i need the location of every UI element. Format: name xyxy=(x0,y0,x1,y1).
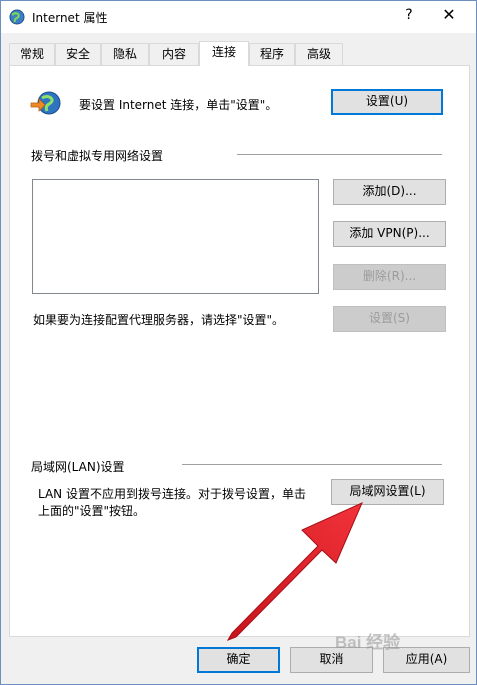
lan-settings-button[interactable]: 局域网设置(L) xyxy=(331,479,444,505)
baidu-watermark: Bai 经验 xyxy=(335,633,401,652)
remove-button: 删除(R)... xyxy=(333,264,446,290)
dialup-settings-button: 设置(S) xyxy=(333,306,446,332)
help-button[interactable]: ? xyxy=(399,7,419,23)
internet-globe-icon xyxy=(9,9,25,25)
lan-info-text-line2: 上面的"设置"按钮。 xyxy=(38,504,146,518)
window-title: Internet 属性 xyxy=(32,11,108,25)
add-button[interactable]: 添加(D)... xyxy=(333,179,446,205)
dialup-vpn-heading: 拨号和虚拟专用网络设置 xyxy=(31,149,164,163)
setup-connection-text: 要设置 Internet 连接，单击"设置"。 xyxy=(79,98,278,112)
tab-content[interactable]: 内容 xyxy=(149,43,199,65)
title-bar: Internet 属性 ? ✕ xyxy=(1,1,476,33)
tab-general[interactable]: 常规 xyxy=(9,43,55,65)
dialup-divider xyxy=(237,154,442,155)
tab-connections[interactable]: 连接 xyxy=(199,41,249,66)
connections-list[interactable] xyxy=(32,179,319,294)
tab-advanced[interactable]: 高级 xyxy=(295,43,343,65)
ok-button[interactable]: 确定 xyxy=(197,647,280,673)
add-vpn-button[interactable]: 添加 VPN(P)... xyxy=(333,221,446,247)
tab-programs[interactable]: 程序 xyxy=(249,43,295,65)
network-setup-icon xyxy=(30,91,61,115)
proxy-info-text: 如果要为连接配置代理服务器，请选择"设置"。 xyxy=(33,313,285,327)
tab-privacy[interactable]: 隐私 xyxy=(101,43,149,65)
lan-divider xyxy=(182,464,442,465)
close-button[interactable]: ✕ xyxy=(437,5,461,24)
lan-settings-heading: 局域网(LAN)设置 xyxy=(31,460,125,474)
setup-button[interactable]: 设置(U) xyxy=(331,89,443,115)
tab-security[interactable]: 安全 xyxy=(55,43,101,65)
lan-info-text-line1: LAN 设置不应用到拨号连接。对于拨号设置，单击 xyxy=(38,487,306,501)
internet-properties-dialog: Internet 属性 ? ✕ 常规 安全 隐私 内容 连接 程序 高级 要设置… xyxy=(0,0,477,685)
